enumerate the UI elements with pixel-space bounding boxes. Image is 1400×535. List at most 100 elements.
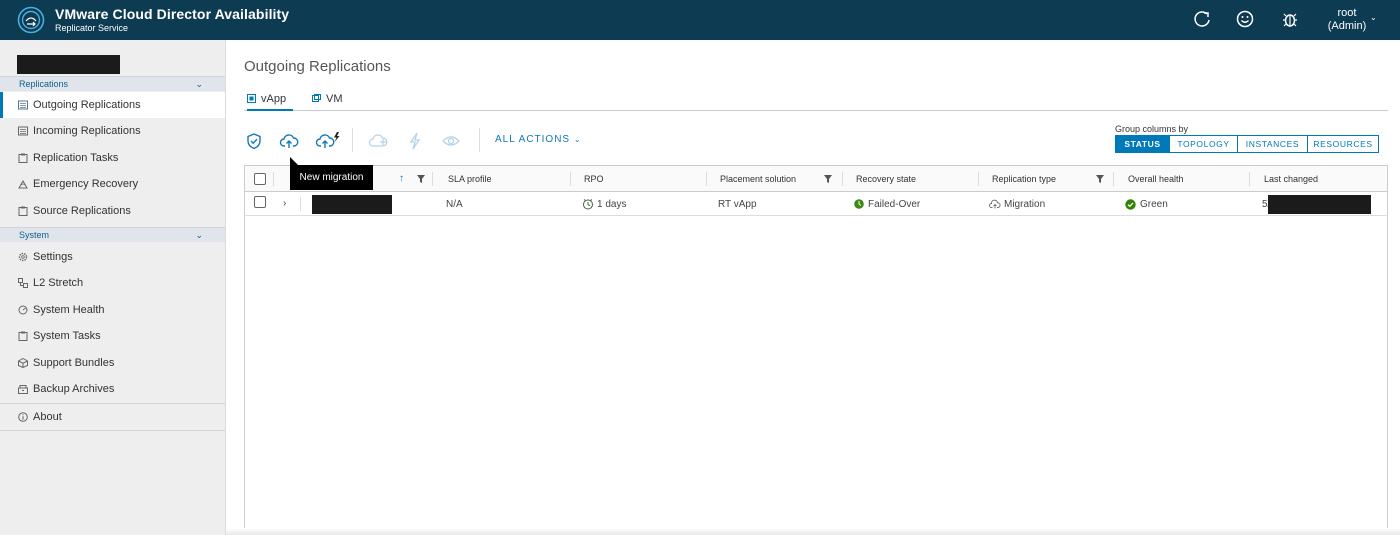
- row-checkbox[interactable]: [254, 196, 266, 208]
- sidebar-item-label: Settings: [33, 251, 73, 263]
- tab-vm[interactable]: VM: [312, 93, 343, 111]
- sidebar-item-source-replications[interactable]: Source Replications: [0, 198, 225, 224]
- refresh-icon[interactable]: [1192, 9, 1212, 29]
- cell-replication-type: Migration: [1004, 199, 1046, 210]
- info-icon: [18, 412, 28, 422]
- network-icon: [18, 278, 28, 288]
- sidebar-item-label: Backup Archives: [33, 383, 115, 395]
- toolbar-separator: [352, 128, 353, 152]
- column-header-replication-type[interactable]: Replication type: [992, 166, 1056, 192]
- section-title: System: [19, 230, 50, 240]
- new-migration-tooltip: New migration: [290, 165, 373, 190]
- group-option-topology[interactable]: TOPOLOGY: [1169, 135, 1238, 153]
- column-header-overall-health[interactable]: Overall health: [1128, 166, 1184, 192]
- tab-vapp[interactable]: vApp: [247, 93, 293, 111]
- table-row[interactable]: › N/A 1 days RT vApp Failed-Over Migrati…: [245, 193, 1387, 216]
- sidebar-item-about[interactable]: About: [0, 404, 225, 430]
- redacted-site-name: [17, 55, 120, 74]
- lightning-icon[interactable]: [405, 131, 425, 151]
- table-header: ↑ SLA profile RPO Placement solution Rec…: [245, 166, 1387, 192]
- cell-overall-health: Green: [1140, 199, 1168, 210]
- sidebar-item-system-tasks[interactable]: System Tasks: [0, 323, 225, 349]
- column-header-rpo[interactable]: RPO: [584, 166, 604, 192]
- gear-icon: [18, 252, 28, 262]
- bottom-shadow: [226, 528, 1400, 535]
- sidebar-item-replication-tasks[interactable]: Replication Tasks: [0, 145, 225, 171]
- tooltip-arrow: [290, 157, 298, 165]
- group-option-status[interactable]: STATUS: [1115, 135, 1170, 153]
- tab-bar: vApp VM: [244, 90, 1388, 111]
- sidebar-item-outgoing-replications[interactable]: Outgoing Replications: [0, 92, 225, 118]
- sidebar-item-settings[interactable]: Settings: [0, 244, 225, 270]
- group-option-resources[interactable]: RESOURCES: [1307, 135, 1379, 153]
- new-migration-icon[interactable]: [315, 131, 343, 151]
- cloud-migration-icon: [989, 199, 1001, 209]
- app-title: VMware Cloud Director Availability: [55, 6, 290, 22]
- tab-label: VM: [326, 93, 343, 105]
- group-option-instances[interactable]: INSTANCES: [1237, 135, 1308, 153]
- filter-icon[interactable]: [824, 175, 832, 183]
- shield-icon[interactable]: [244, 131, 264, 151]
- sidebar-item-label: About: [33, 411, 62, 423]
- clipboard-icon: [18, 206, 28, 216]
- column-separator: [706, 172, 707, 186]
- chevron-down-icon: ⌄: [195, 230, 203, 240]
- list-icon: [18, 126, 28, 136]
- top-header: VMware Cloud Director Availability Repli…: [0, 0, 1400, 40]
- smiley-icon[interactable]: [1235, 9, 1255, 29]
- clipboard-icon: [18, 153, 28, 163]
- select-all-checkbox[interactable]: [254, 173, 266, 185]
- eye-icon[interactable]: [441, 131, 461, 151]
- column-separator: [570, 172, 571, 186]
- sidebar-item-system-health[interactable]: System Health: [0, 297, 225, 323]
- sidebar-item-label: System Health: [33, 304, 105, 316]
- filter-icon[interactable]: [417, 175, 425, 183]
- sidebar-item-backup-archives[interactable]: Backup Archives: [0, 376, 225, 402]
- sidebar-item-emergency-recovery[interactable]: Emergency Recovery: [0, 171, 225, 197]
- cell-recovery-state: Failed-Over: [868, 199, 921, 210]
- column-header-placement-solution[interactable]: Placement solution: [720, 166, 796, 192]
- sidebar-item-incoming-replications[interactable]: Incoming Replications: [0, 118, 225, 144]
- sort-ascending-icon[interactable]: ↑: [399, 173, 404, 184]
- chevron-down-icon[interactable]: ⌄: [1370, 13, 1377, 22]
- archive-icon: [18, 385, 28, 394]
- clock-icon: [583, 199, 593, 210]
- column-header-sla-profile[interactable]: SLA profile: [448, 166, 492, 192]
- toolbar-separator: [479, 128, 480, 152]
- cloud-upload-icon[interactable]: [279, 131, 299, 151]
- all-actions-dropdown[interactable]: ALL ACTIONS ⌄: [495, 134, 582, 145]
- user-menu[interactable]: root (Admin): [1326, 7, 1368, 33]
- section-header-replications[interactable]: Replications ⌄: [0, 76, 225, 91]
- health-icon: [18, 305, 28, 315]
- replications-table: ↑ SLA profile RPO Placement solution Rec…: [244, 165, 1388, 535]
- user-name: root: [1337, 7, 1357, 19]
- column-separator: [432, 172, 433, 186]
- failed-over-icon: [854, 199, 864, 209]
- redacted-vapp-name: [312, 195, 392, 214]
- cloud-add-icon[interactable]: [368, 131, 388, 151]
- bug-icon[interactable]: [1280, 9, 1300, 29]
- cell-sla-profile: N/A: [446, 199, 463, 210]
- all-actions-label: ALL ACTIONS: [495, 134, 571, 145]
- recovery-icon: [18, 179, 28, 189]
- sidebar-item-label: Outgoing Replications: [33, 99, 141, 111]
- chevron-down-icon: ⌄: [195, 79, 203, 89]
- vm-icon: [312, 94, 321, 102]
- column-header-last-changed[interactable]: Last changed: [1264, 166, 1318, 192]
- sidebar-item-support-bundles[interactable]: Support Bundles: [0, 350, 225, 376]
- column-separator: [978, 172, 979, 186]
- sidebar-item-label: Emergency Recovery: [33, 178, 139, 190]
- sidebar-item-label: Source Replications: [33, 205, 131, 217]
- bundle-icon: [18, 358, 28, 368]
- chevron-right-icon[interactable]: ›: [283, 198, 286, 209]
- chevron-down-icon: ⌄: [573, 135, 582, 144]
- tab-label: vApp: [261, 93, 287, 105]
- filter-icon[interactable]: [1096, 175, 1104, 183]
- sidebar-item-label: Support Bundles: [33, 357, 115, 369]
- page-title: Outgoing Replications: [244, 58, 391, 75]
- section-header-system[interactable]: System ⌄: [0, 227, 225, 242]
- column-separator: [1249, 172, 1250, 186]
- column-separator: [1113, 172, 1114, 186]
- column-header-recovery-state[interactable]: Recovery state: [856, 166, 916, 192]
- sidebar-item-l2-stretch[interactable]: L2 Stretch: [0, 270, 225, 296]
